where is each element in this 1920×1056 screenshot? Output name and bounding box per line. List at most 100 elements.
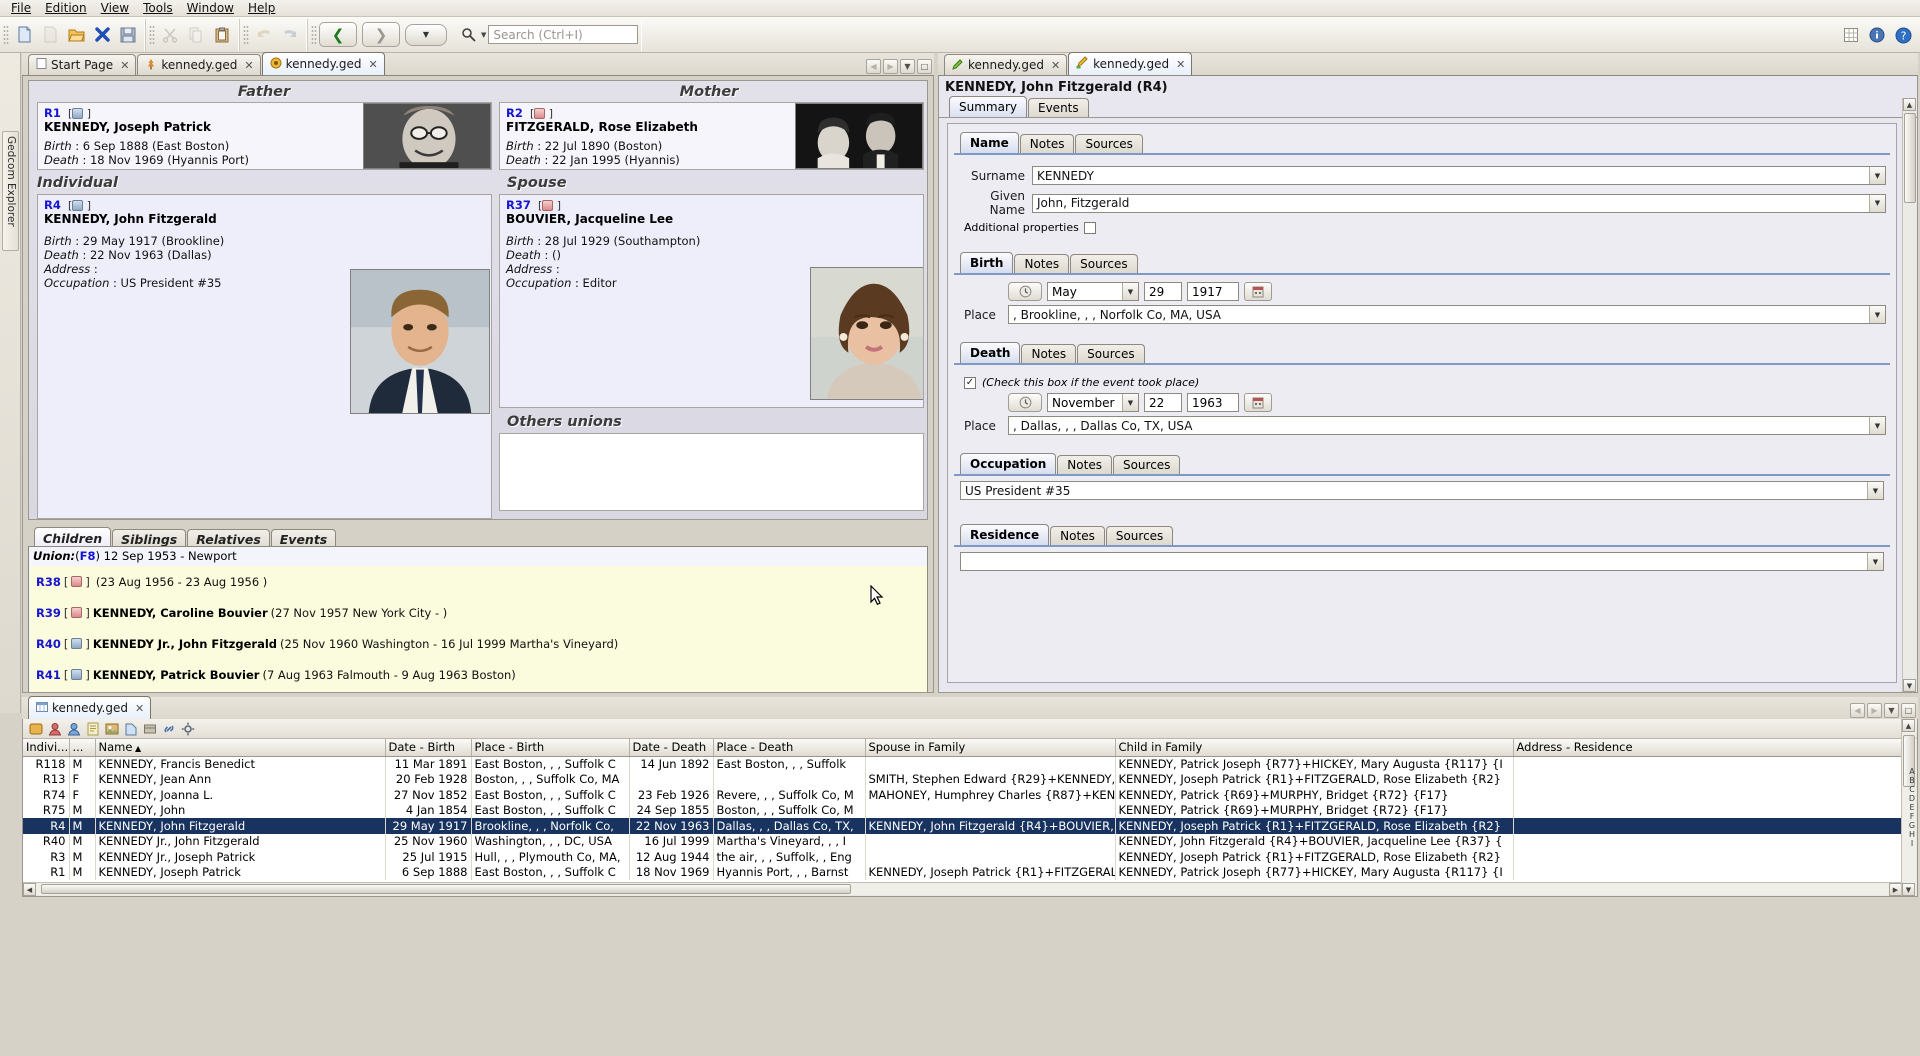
individual-card[interactable]: R4 [ ] KENNEDY, John Fitzgerald Birth : … xyxy=(37,194,492,519)
back-chevron-icon[interactable]: ❮ xyxy=(319,22,357,47)
child-id[interactable]: R38 xyxy=(36,575,61,589)
settings-icon[interactable] xyxy=(180,721,196,737)
tab-occupation[interactable]: Occupation xyxy=(960,453,1057,474)
table-horizontal-scrollbar[interactable]: ◀ ▶ xyxy=(23,882,1902,896)
child-id[interactable]: R39 xyxy=(36,606,61,620)
given-name-field[interactable]: John, Fitzgerald ▼ xyxy=(1032,193,1886,213)
tab-residence-notes[interactable]: Notes xyxy=(1050,526,1105,545)
child-id[interactable]: R41 xyxy=(36,668,61,682)
tab-residence-sources[interactable]: Sources xyxy=(1105,526,1174,545)
tab-kennedy-table[interactable]: kennedy.ged ✕ xyxy=(28,696,152,719)
death-took-place-checkbox[interactable]: ✓ xyxy=(964,376,976,389)
save-icon[interactable] xyxy=(115,22,141,48)
entity-icon[interactable] xyxy=(28,721,44,737)
birth-year-input[interactable]: 1917 xyxy=(1187,282,1239,301)
scroll-tabs-right-button[interactable]: ▶ xyxy=(883,59,898,74)
sidebar-item-gedcom-explorer[interactable]: Gedcom Explorer xyxy=(2,131,19,251)
index-letter[interactable]: E xyxy=(1909,803,1914,812)
new-file-icon[interactable] xyxy=(11,22,37,48)
close-icon[interactable]: ✕ xyxy=(1176,58,1185,71)
tab-name-sources[interactable]: Sources xyxy=(1075,134,1143,153)
close-icon[interactable]: ✕ xyxy=(244,59,253,72)
menu-help[interactable]: Help xyxy=(241,0,282,17)
scroll-tabs-left-button[interactable]: ◀ xyxy=(866,59,881,74)
index-letter[interactable]: I xyxy=(1911,839,1913,848)
spouse-photo[interactable] xyxy=(810,267,923,400)
death-place-field[interactable]: , Dallas, , , Dallas Co, TX, USA ▼ xyxy=(1008,416,1886,435)
link-icon[interactable] xyxy=(161,721,177,737)
scroll-left-button[interactable]: ◀ xyxy=(23,883,36,896)
tab-death[interactable]: Death xyxy=(960,342,1021,363)
tab-birth[interactable]: Birth xyxy=(960,252,1014,273)
scroll-thumb-horizontal[interactable] xyxy=(41,884,851,894)
table-row[interactable]: R74 F KENNEDY, Joanna L. 27 Nov 1852 Eas… xyxy=(23,787,1902,803)
scroll-thumb[interactable] xyxy=(1904,113,1916,203)
table-row[interactable]: R75 M KENNEDY, John 4 Jan 1854 East Bost… xyxy=(23,802,1902,818)
clock-icon[interactable] xyxy=(1008,393,1042,412)
tab-summary[interactable]: Summary xyxy=(949,96,1027,117)
index-letter[interactable]: C xyxy=(1909,785,1915,794)
column-header-place-birth[interactable]: Place - Birth xyxy=(471,739,630,757)
surname-field[interactable]: KENNEDY ▼ xyxy=(1032,166,1886,185)
toolbar-grip[interactable] xyxy=(3,24,9,45)
toolbar-grip-hist[interactable] xyxy=(243,24,249,45)
tab-birth-notes[interactable]: Notes xyxy=(1014,254,1070,273)
alphabet-index-rail[interactable]: A B C D E F G H I xyxy=(1906,767,1918,848)
close-icon[interactable]: ✕ xyxy=(120,59,129,72)
toolbar-grip-edit[interactable] xyxy=(149,24,155,45)
toolbar-grip-nav[interactable] xyxy=(311,24,317,45)
residence-field[interactable]: ▼ xyxy=(960,552,1884,571)
menu-view[interactable]: View xyxy=(94,0,136,17)
mother-card[interactable]: R2 [ ] FITZGERALD, Rose Elizabeth Birth … xyxy=(499,102,924,170)
spouse-id[interactable]: R37 xyxy=(506,198,531,212)
scroll-tabs-right-button[interactable]: ▶ xyxy=(1867,703,1882,718)
redo-icon[interactable] xyxy=(277,22,303,48)
table-row[interactable]: R40 M KENNEDY Jr., John Fitzgerald 25 No… xyxy=(23,833,1902,849)
list-item[interactable]: R38 [] (23 Aug 1956 - 23 Aug 1956 ) xyxy=(30,566,927,597)
tab-kennedy-editor-2[interactable]: kennedy.ged ✕ xyxy=(1068,52,1193,75)
column-header-name[interactable]: Name ▲ xyxy=(95,739,386,757)
father-card[interactable]: R1 [ ] KENNEDY, Joseph Patrick Birth : 6… xyxy=(37,102,492,170)
table-row[interactable]: R3 M KENNEDY Jr., Joseph Patrick 25 Jul … xyxy=(23,849,1902,865)
close-icon[interactable]: ✕ xyxy=(135,702,144,715)
index-letter[interactable]: A xyxy=(1909,767,1914,776)
column-header-spouse-in-family[interactable]: Spouse in Family xyxy=(865,739,1116,757)
search-dropdown-icon[interactable]: ▼ xyxy=(481,31,486,39)
tab-kennedy-tree[interactable]: kennedy.ged ✕ xyxy=(137,54,261,75)
tab-birth-sources[interactable]: Sources xyxy=(1070,254,1138,273)
column-header-date-death[interactable]: Date - Death xyxy=(629,739,714,757)
individual-photo[interactable] xyxy=(350,269,490,414)
index-letter[interactable]: G xyxy=(1909,821,1915,830)
column-header-child-in-family[interactable]: Child in Family xyxy=(1115,739,1514,757)
scissors-icon[interactable] xyxy=(157,22,183,48)
chevron-down-icon[interactable]: ▼ xyxy=(1122,394,1138,411)
union-family-id[interactable]: F8 xyxy=(80,549,96,563)
maximize-window-button[interactable]: □ xyxy=(917,59,932,74)
tab-kennedy-family[interactable]: kennedy.ged ✕ xyxy=(261,52,385,75)
tab-occupation-sources[interactable]: Sources xyxy=(1112,455,1181,474)
tab-death-notes[interactable]: Notes xyxy=(1021,344,1077,363)
tab-list-dropdown-button[interactable]: ▼ xyxy=(1884,703,1899,718)
birth-day-input[interactable]: 29 xyxy=(1144,282,1182,301)
mother-id[interactable]: R2 xyxy=(506,106,523,120)
note-icon[interactable] xyxy=(85,721,101,737)
tab-kennedy-editor-1[interactable]: kennedy.ged ✕ xyxy=(944,54,1068,75)
media-icon[interactable] xyxy=(104,721,120,737)
forward-chevron-icon[interactable]: ❯ xyxy=(362,22,400,47)
tab-list-dropdown-button[interactable]: ▼ xyxy=(900,59,915,74)
chevron-down-icon[interactable]: ▼ xyxy=(1869,306,1885,323)
grid-icon[interactable] xyxy=(1838,22,1864,48)
death-month-select[interactable]: November ▼ xyxy=(1047,393,1139,412)
calendar-icon[interactable] xyxy=(1244,282,1272,301)
close-icon[interactable]: ✕ xyxy=(369,58,378,71)
others-unions-list[interactable] xyxy=(499,433,924,511)
father-photo[interactable] xyxy=(363,103,491,169)
tab-occupation-notes[interactable]: Notes xyxy=(1057,455,1112,474)
index-letter[interactable]: B xyxy=(1909,776,1915,785)
maximize-window-button[interactable]: □ xyxy=(1901,703,1916,718)
death-year-input[interactable]: 1963 xyxy=(1187,393,1239,412)
occupation-field[interactable]: US President #35 ▼ xyxy=(960,481,1884,500)
info-icon[interactable] xyxy=(1864,22,1890,48)
close-x-icon[interactable] xyxy=(89,22,115,48)
scroll-up-button[interactable]: ▲ xyxy=(1903,98,1916,111)
